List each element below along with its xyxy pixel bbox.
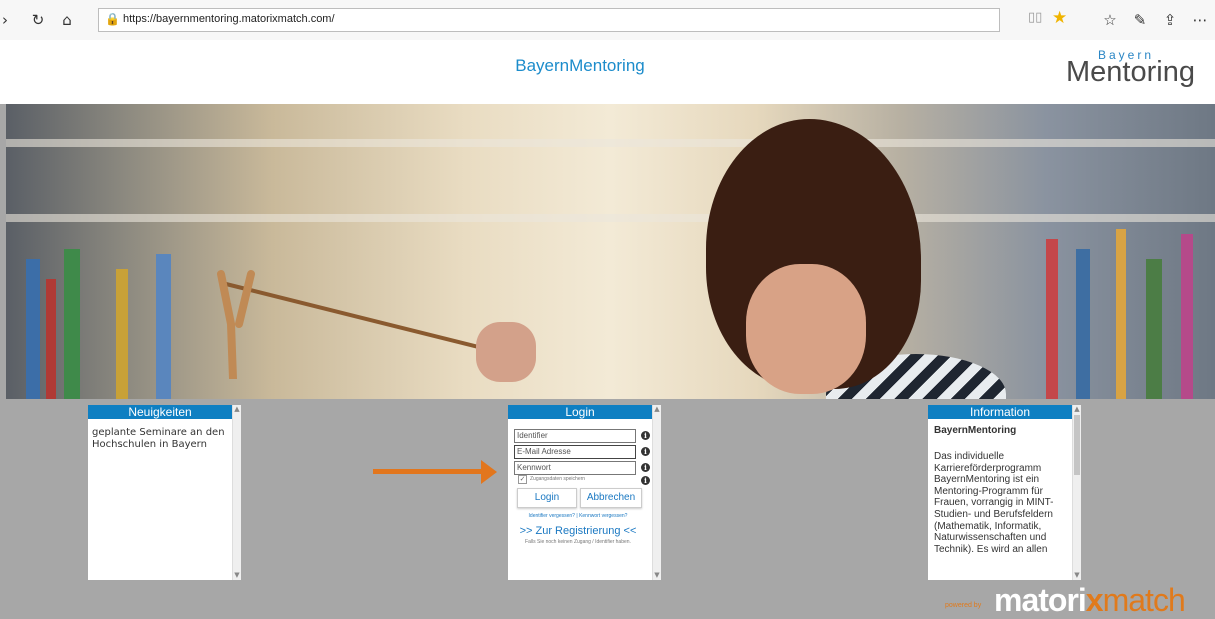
- address-url: https://bayernmentoring.matorixmatch.com…: [123, 13, 335, 25]
- scroll-down-icon[interactable]: ▼: [233, 571, 241, 580]
- information-title: Information: [928, 405, 1072, 419]
- book-decor: [64, 249, 80, 399]
- shelf-decor: [6, 214, 1215, 222]
- identifier-input[interactable]: Identifier: [514, 429, 636, 443]
- pen-icon[interactable]: ✎: [1130, 10, 1150, 30]
- news-title: Neuigkeiten: [88, 405, 232, 419]
- register-link[interactable]: >> Zur Registrierung <<: [508, 525, 648, 537]
- information-panel: Information ▲ ▼ BayernMentoring Das indi…: [928, 405, 1081, 580]
- book-decor: [156, 254, 171, 399]
- slingshot-icon: [217, 270, 255, 379]
- password-input[interactable]: Kennwort: [514, 461, 636, 475]
- login-scrollbar[interactable]: ▲ ▼: [652, 405, 661, 580]
- remember-info-icon[interactable]: i: [641, 476, 650, 485]
- arrow-head-icon: [481, 460, 497, 484]
- news-text: geplante Seminare an den Hochschulen in …: [92, 427, 225, 450]
- password-info-icon[interactable]: i: [641, 463, 650, 472]
- forgot-password-link[interactable]: Kennwort vergessen?: [579, 513, 627, 519]
- matorixmatch-logo[interactable]: matorixmatch: [994, 582, 1186, 619]
- login-button[interactable]: Login: [517, 488, 577, 508]
- page-header: BayernMentoring Bayern Mentoring: [0, 40, 1215, 104]
- brand-part-b: match: [1102, 582, 1186, 618]
- cancel-button[interactable]: Abbrechen: [580, 488, 642, 508]
- news-scrollbar[interactable]: ▲ ▼: [232, 405, 241, 580]
- reading-view-icon[interactable]: ▯▯: [1028, 10, 1042, 25]
- book-decor: [26, 259, 40, 399]
- back-icon[interactable]: ›: [0, 10, 10, 30]
- scroll-up-icon[interactable]: ▲: [1073, 405, 1081, 414]
- scroll-down-icon[interactable]: ▼: [653, 571, 661, 580]
- site-title: BayernMentoring: [515, 56, 645, 75]
- scroll-thumb[interactable]: [1074, 415, 1080, 475]
- home-icon[interactable]: ⌂: [57, 10, 77, 30]
- powered-by-text: powered by: [945, 602, 982, 609]
- book-decor: [116, 269, 128, 399]
- email-info-icon[interactable]: i: [641, 447, 650, 456]
- forgot-separator: |: [576, 513, 578, 519]
- woman-face-decor: [746, 264, 866, 394]
- email-input[interactable]: E-Mail Adresse: [514, 445, 636, 459]
- remember-label: Zugangsdaten speichern: [530, 476, 586, 482]
- identifier-info-icon[interactable]: i: [641, 431, 650, 440]
- hand-decor: [476, 322, 536, 382]
- logo-big-text: Mentoring: [1066, 56, 1195, 88]
- favorites-list-icon[interactable]: ☆: [1100, 10, 1120, 30]
- scroll-up-icon[interactable]: ▲: [233, 405, 241, 414]
- book-decor: [1046, 239, 1058, 399]
- browser-toolbar: › ↻ ⌂ 🔒 https://bayernmentoring.matorixm…: [0, 0, 1215, 41]
- book-decor: [46, 279, 56, 399]
- information-text: Das individuelle Karriereförderprogramm …: [934, 451, 1054, 555]
- book-decor: [1116, 229, 1126, 399]
- login-title: Login: [508, 405, 652, 419]
- share-icon[interactable]: ⇪: [1160, 10, 1180, 30]
- shelf-decor: [6, 139, 1215, 147]
- brand-x: x: [1085, 582, 1104, 618]
- refresh-icon[interactable]: ↻: [28, 10, 48, 30]
- scroll-down-icon[interactable]: ▼: [1073, 571, 1081, 580]
- hero-image: [6, 104, 1215, 399]
- lock-icon: 🔒: [105, 12, 120, 26]
- favorite-star-icon[interactable]: ★: [1052, 8, 1067, 28]
- more-icon[interactable]: ⋯: [1190, 10, 1210, 30]
- arrow-icon: [373, 469, 483, 474]
- book-decor: [1181, 234, 1193, 399]
- login-panel: Login ▲ ▼ Identifier i E-Mail Adresse i …: [508, 405, 661, 580]
- brand-part-a: matori: [994, 582, 1087, 618]
- book-decor: [1076, 249, 1090, 399]
- slingshot-band: [225, 282, 494, 353]
- news-panel: Neuigkeiten ▲ ▼ geplante Seminare an den…: [88, 405, 241, 580]
- scroll-up-icon[interactable]: ▲: [653, 405, 661, 414]
- forgot-links: Identifier vergessen? | Kennwort vergess…: [508, 513, 648, 519]
- register-note: Falls Sie noch keinen Zugang / Identifie…: [525, 539, 631, 545]
- bayern-mentoring-logo[interactable]: Bayern Mentoring: [1064, 48, 1214, 98]
- address-bar[interactable]: 🔒 https://bayernmentoring.matorixmatch.c…: [98, 8, 1000, 32]
- book-decor: [1146, 259, 1162, 399]
- forgot-identifier-link[interactable]: Identifier vergessen?: [529, 513, 575, 519]
- remember-checkbox[interactable]: ✓: [518, 475, 527, 484]
- information-heading: BayernMentoring: [934, 425, 1017, 436]
- information-scrollbar[interactable]: ▲ ▼: [1072, 405, 1081, 580]
